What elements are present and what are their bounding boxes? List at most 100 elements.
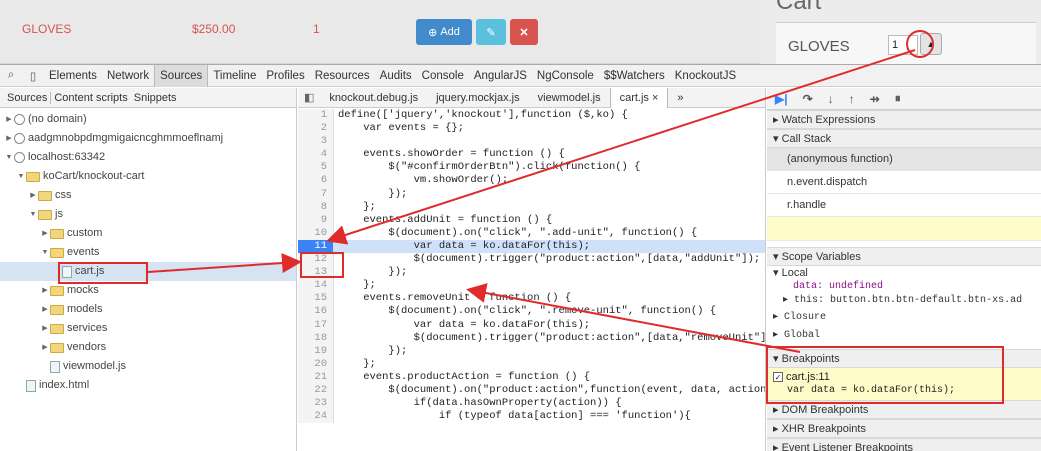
scope-variables-header[interactable]: ▾ Scope Variables [767, 247, 1041, 266]
step-over-icon[interactable]: ↷ [803, 92, 813, 106]
line-number[interactable]: 19 [298, 344, 334, 358]
call-frame[interactable]: r.handle [767, 194, 1041, 217]
tab-elements[interactable]: Elements [44, 65, 102, 87]
file-tab[interactable]: knockout.debug.js [320, 92, 427, 104]
line-number[interactable]: 4 [298, 148, 334, 162]
tree-file[interactable]: viewmodel.js [0, 357, 296, 376]
disclosure-triangle-icon[interactable]: ▼ [4, 148, 14, 167]
disclosure-triangle-icon[interactable]: ▶ [28, 186, 38, 205]
navigator-tab-content-scripts[interactable]: Content scripts [51, 92, 130, 104]
tree-file[interactable]: index.html [0, 376, 296, 395]
line-number[interactable]: 13 [298, 266, 334, 280]
tab-sources[interactable]: Sources [154, 64, 209, 87]
disclosure-triangle-icon[interactable]: ▼ [40, 243, 50, 262]
toggle-navigator-icon[interactable]: ◧ [298, 91, 320, 104]
tree-folder[interactable]: ▶ css [0, 186, 296, 205]
line-number[interactable]: 17 [298, 318, 334, 332]
file-tab[interactable]: viewmodel.js [529, 92, 610, 104]
watch-expressions-header[interactable]: ▸ Watch Expressions [767, 110, 1041, 129]
line-number[interactable]: 21 [298, 370, 334, 384]
tree-folder[interactable]: ▶ models [0, 300, 296, 319]
tree-folder[interactable]: ▼ koCart/knockout-cart [0, 167, 296, 186]
tree-folder[interactable]: ▶ vendors [0, 338, 296, 357]
line-number[interactable]: 14 [298, 279, 334, 293]
add-unit-button[interactable]: ▲ [920, 33, 942, 55]
line-number[interactable]: 7 [298, 187, 334, 201]
line-number[interactable]: 12 [298, 253, 334, 267]
line-number[interactable]: 8 [298, 200, 334, 214]
breakpoint-entry[interactable]: ✓ cart.js:11 var data = ko.dataFor(this); [767, 368, 1041, 400]
tab-timeline[interactable]: Timeline [208, 65, 261, 87]
tree-folder[interactable]: ▼ events [0, 243, 296, 262]
scope-local-this[interactable]: ▸ this: button.btn.btn-default.btn-xs.ad [767, 294, 1041, 308]
tab-network[interactable]: Network [102, 65, 154, 87]
disclosure-triangle-icon[interactable]: ▶ [4, 110, 14, 129]
line-number[interactable]: 20 [298, 357, 334, 371]
file-tab[interactable]: cart.js × [609, 88, 669, 108]
line-number[interactable]: 9 [298, 213, 334, 227]
line-number[interactable]: 18 [298, 331, 334, 345]
deactivate-breakpoints-icon[interactable]: ⇸ [870, 92, 880, 106]
line-number[interactable]: 2 [298, 122, 334, 136]
scope-local[interactable]: ▾ Local [767, 266, 1041, 280]
line-number[interactable]: 10 [298, 226, 334, 240]
resume-icon[interactable]: ▶| [775, 92, 788, 106]
tab-console[interactable]: Console [417, 65, 469, 87]
breakpoint-line-number[interactable]: 11 [298, 239, 334, 254]
tab-ngconsole[interactable]: NgConsole [532, 65, 599, 87]
cart-qty-input[interactable]: 1 [888, 35, 918, 55]
tab-resources[interactable]: Resources [310, 65, 375, 87]
tree-domain[interactable]: ▶ aadgmnobpdmgmigaicncghmmoeflnamj [0, 129, 296, 148]
scope-closure[interactable]: ▸ Closure [767, 311, 1041, 325]
line-number[interactable]: 15 [298, 292, 334, 306]
scope-global[interactable]: ▸ Global [767, 329, 1041, 343]
tree-domain[interactable]: ▼ localhost:63342 [0, 148, 296, 167]
call-frame[interactable]: n.event.dispatch [767, 171, 1041, 194]
line-number[interactable]: 1 [298, 109, 334, 123]
disclosure-triangle-icon[interactable]: ▶ [40, 300, 50, 319]
tab-knockoutjs[interactable]: KnockoutJS [670, 65, 741, 87]
tree-folder[interactable]: ▼ js [0, 205, 296, 224]
line-number[interactable]: 16 [298, 305, 334, 319]
disclosure-triangle-icon[interactable]: ▶ [40, 281, 50, 300]
disclosure-triangle-icon[interactable]: ▶ [40, 338, 50, 357]
edit-button[interactable]: ✎ [476, 19, 506, 45]
tree-domain[interactable]: ▶ (no domain) [0, 110, 296, 129]
tree-folder[interactable]: ▶ services [0, 319, 296, 338]
call-stack-header[interactable]: ▾ Call Stack [767, 129, 1041, 148]
device-icon[interactable]: ▯ [22, 69, 44, 83]
delete-button[interactable]: ✕ [510, 19, 538, 45]
tab-audits[interactable]: Audits [375, 65, 417, 87]
line-number[interactable]: 22 [298, 383, 334, 398]
tab-profiles[interactable]: Profiles [261, 65, 309, 87]
tab-angularjs[interactable]: AngularJS [469, 65, 532, 87]
navigator-tab-sources[interactable]: Sources [4, 91, 52, 104]
line-number[interactable]: 3 [298, 135, 334, 149]
disclosure-triangle-icon[interactable]: ▶ [4, 129, 14, 148]
tree-file[interactable]: cart.js [0, 262, 296, 281]
event-listener-breakpoints-header[interactable]: ▸ Event Listener Breakpoints [767, 438, 1041, 451]
tree-folder[interactable]: ▶ custom [0, 224, 296, 243]
disclosure-triangle-icon[interactable]: ▶ [40, 319, 50, 338]
file-tab[interactable]: jquery.mockjax.js [427, 92, 529, 104]
breakpoints-header[interactable]: ▾ Breakpoints [767, 349, 1041, 368]
tab--watchers[interactable]: $$Watchers [599, 65, 670, 87]
pause-on-exceptions-icon[interactable]: ⏸ [895, 91, 901, 106]
line-number[interactable]: 6 [298, 174, 334, 188]
xhr-breakpoints-header[interactable]: ▸ XHR Breakpoints [767, 419, 1041, 438]
add-to-cart-button[interactable]: ⊕ Add [416, 19, 472, 45]
line-number[interactable]: 23 [298, 397, 334, 411]
disclosure-triangle-icon[interactable]: ▼ [28, 205, 38, 224]
search-icon[interactable]: ⌕ [0, 69, 22, 82]
disclosure-triangle-icon[interactable]: ▶ [40, 224, 50, 243]
line-number[interactable]: 5 [298, 161, 334, 175]
disclosure-triangle-icon[interactable]: ▼ [16, 167, 26, 186]
call-frame[interactable]: (anonymous function) [767, 148, 1041, 171]
file-tab[interactable]: » [668, 92, 692, 104]
breakpoint-checkbox[interactable]: ✓ [773, 372, 783, 383]
dom-breakpoints-header[interactable]: ▸ DOM Breakpoints [767, 400, 1041, 419]
tree-folder[interactable]: ▶ mocks [0, 281, 296, 300]
step-into-icon[interactable]: ↓ [828, 92, 834, 106]
line-number[interactable]: 24 [298, 410, 334, 424]
navigator-tab-snippets[interactable]: Snippets [131, 92, 180, 104]
